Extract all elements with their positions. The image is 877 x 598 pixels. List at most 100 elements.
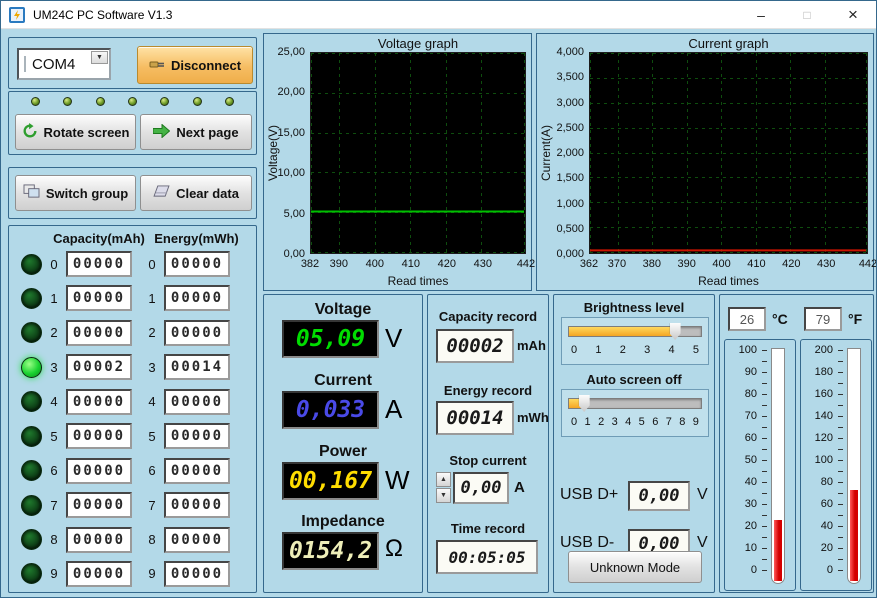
chart-x-axis-label: Read times — [310, 274, 526, 288]
window-title: UM24C PC Software V1.3 — [33, 8, 172, 22]
slider-track[interactable] — [568, 326, 702, 337]
thermometer-scale-label: 20 — [803, 542, 833, 554]
capacity-value: 00000 — [66, 285, 132, 311]
y-tick-label: 3,000 — [541, 97, 584, 109]
tick-label: 3 — [644, 344, 650, 356]
capacity-value: 00000 — [66, 561, 132, 587]
switch-windows-icon — [23, 184, 40, 202]
y-tick-label: 20,00 — [268, 86, 305, 98]
group-row-0: 000000000000 — [9, 250, 256, 278]
connection-panel: COM4 ▼ Disconnect — [8, 37, 257, 89]
capacity-value: 00000 — [66, 527, 132, 553]
celsius-unit: °C — [772, 311, 788, 327]
slider-thumb[interactable] — [670, 323, 681, 340]
stop-current-unit: A — [514, 479, 525, 496]
disconnect-button[interactable]: Disconnect — [137, 46, 253, 84]
x-tick-label: 410 — [393, 258, 429, 270]
y-tick-label: 0,500 — [541, 223, 584, 235]
group-row-4: 400000400000 — [9, 388, 256, 416]
capacity-index: 9 — [49, 566, 59, 581]
rotate-screen-button[interactable]: Rotate screen — [15, 114, 136, 150]
controls-panel: Brightness level 012345 Auto screen off … — [553, 294, 715, 593]
group-select-led[interactable] — [21, 460, 42, 481]
spin-up-icon[interactable]: ▲ — [436, 472, 451, 487]
thermometer-scale-label: 80 — [727, 388, 757, 400]
fahrenheit-thermometer: 200180160140120100806040200 — [800, 339, 872, 591]
group-select-led[interactable] — [21, 563, 42, 584]
rotate-icon — [22, 123, 38, 142]
capacity-record-value: 00002 — [436, 329, 514, 363]
energy-header: Energy(mWh) — [144, 231, 249, 246]
auto-screen-off-label: Auto screen off — [554, 372, 714, 387]
group-select-led[interactable] — [21, 288, 42, 309]
energy-value: 00014 — [164, 354, 230, 380]
power-unit: W — [385, 465, 410, 496]
thermometer-scale-label: 200 — [803, 344, 833, 356]
capacity-record-label: Capacity record — [428, 309, 548, 324]
next-page-button[interactable]: Next page — [140, 114, 252, 150]
group-select-led[interactable] — [21, 357, 42, 378]
capacity-index: 6 — [49, 463, 59, 478]
energy-value: 00000 — [164, 527, 230, 553]
stop-current-input[interactable]: 0,00 — [453, 472, 509, 504]
usb-dminus-unit: V — [697, 534, 708, 552]
group-row-1: 100000100000 — [9, 284, 256, 312]
group-select-led[interactable] — [21, 426, 42, 447]
clear-data-button[interactable]: Clear data — [140, 175, 252, 211]
chart-series — [311, 53, 526, 254]
minimize-button[interactable]: – — [738, 1, 784, 28]
status-led — [31, 97, 40, 106]
group-select-led[interactable] — [21, 254, 42, 275]
capacity-value: 00000 — [66, 458, 132, 484]
x-tick-label: 390 — [321, 258, 357, 270]
slider-thumb[interactable] — [579, 395, 590, 412]
energy-index: 2 — [147, 325, 157, 340]
switch-group-label: Switch group — [46, 186, 128, 201]
energy-value: 00000 — [164, 285, 230, 311]
group-row-7: 700000700000 — [9, 491, 256, 519]
spin-down-icon[interactable]: ▼ — [436, 488, 451, 503]
y-tick-label: 2,000 — [541, 147, 584, 159]
tick-label: 5 — [639, 416, 645, 428]
energy-index: 3 — [147, 360, 157, 375]
switch-group-button[interactable]: Switch group — [15, 175, 136, 211]
capacity-value: 00002 — [66, 354, 132, 380]
mode-button[interactable]: Unknown Mode — [568, 551, 702, 583]
y-tick-label: 2,500 — [541, 122, 584, 134]
tick-label: 2 — [620, 344, 626, 356]
x-tick-label: 430 — [465, 258, 501, 270]
brightness-slider[interactable]: 012345 — [561, 317, 709, 365]
energy-value: 00000 — [164, 492, 230, 518]
com-port-select[interactable]: COM4 ▼ — [17, 48, 111, 80]
group-row-5: 500000500000 — [9, 422, 256, 450]
group-select-led[interactable] — [21, 391, 42, 412]
y-tick-label: 5,00 — [268, 208, 305, 220]
group-select-led[interactable] — [21, 495, 42, 516]
energy-value: 00000 — [164, 389, 230, 415]
x-tick-label: 400 — [704, 258, 740, 270]
voltage-graph: Voltage graphVoltage(V)25,0020,0015,0010… — [263, 33, 532, 291]
slider-track[interactable] — [568, 398, 702, 409]
status-led-row — [31, 97, 234, 106]
maximize-button[interactable]: □ — [784, 1, 830, 28]
celsius-value: 26 — [728, 307, 766, 331]
thermometer-scale-label: 60 — [803, 498, 833, 510]
energy-index: 1 — [147, 291, 157, 306]
group-select-led[interactable] — [21, 529, 42, 550]
records-panel: Capacity record 00002 mAh Energy record … — [427, 294, 549, 593]
groups-panel: Capacity(mAh) Energy(mWh) 00000000000010… — [8, 225, 257, 593]
client-area: COM4 ▼ Disconnect Rotate screen — [1, 29, 876, 597]
tick-label: 2 — [598, 416, 604, 428]
auto-screen-off-slider[interactable]: 0123456789 — [561, 389, 709, 437]
thermometer-ticks — [762, 350, 767, 571]
close-button[interactable]: × — [830, 1, 876, 28]
chevron-down-icon[interactable]: ▼ — [91, 51, 108, 64]
live-readouts-panel: Voltage 05,09 V Current 0,033 A Power 00… — [263, 294, 423, 593]
stop-current-label: Stop current — [428, 453, 548, 468]
thermometer-scale-label: 160 — [803, 388, 833, 400]
tick-label: 1 — [585, 416, 591, 428]
x-tick-label: 430 — [808, 258, 844, 270]
status-led — [96, 97, 105, 106]
group-select-led[interactable] — [21, 322, 42, 343]
energy-index: 4 — [147, 394, 157, 409]
